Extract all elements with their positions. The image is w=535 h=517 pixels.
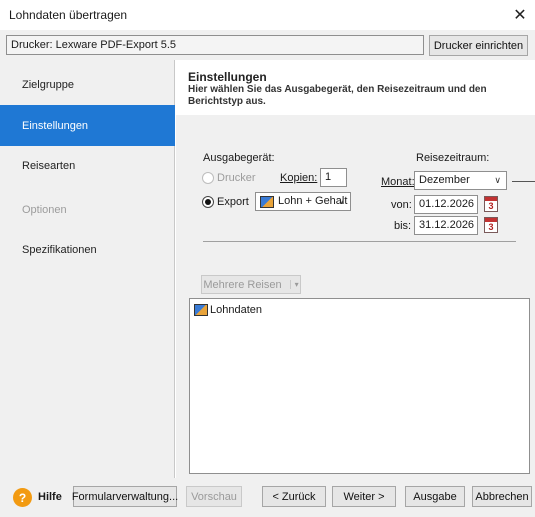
chevron-down-icon: ∨ [494,175,501,185]
printer-bar: Drucker: Lexware PDF-Export 5.5 Drucker … [0,30,535,60]
page-description: Hier wählen Sie das Ausgabegerät, den Re… [188,84,487,107]
printer-setup-button[interactable]: Drucker einrichten [429,35,528,56]
month-select[interactable]: Dezember ∨ [414,171,507,190]
lohn-gehalt-icon [260,196,274,208]
from-date-input[interactable]: 01.12.2026 [414,195,478,214]
list-item[interactable]: Lohndaten [194,304,262,316]
lohndaten-list[interactable]: Lohndaten [189,298,530,474]
sidebar-item-zielgruppe[interactable]: Zielgruppe [0,65,175,105]
export-format-select[interactable]: Lohn + Gehalt ∨ [255,192,351,211]
export-radio[interactable] [202,196,214,208]
to-label: bis: [394,220,412,232]
window-title: Lohndaten übertragen [9,8,128,22]
printer-radio [202,172,214,184]
month-value: Dezember [419,174,470,186]
main-panel: Einstellungen Hier wählen Sie das Ausgab… [176,60,535,478]
copies-label: Kopien: [280,172,318,184]
sidebar-item-optionen: Optionen [22,204,67,216]
lohndaten-icon [194,304,208,316]
page-title: Einstellungen [188,70,267,84]
help-link[interactable]: Hilfe [38,491,62,503]
section-divider [203,241,516,242]
connector-line [512,181,535,182]
from-label: von: [391,199,412,211]
title-bar: Lohndaten übertragen ✕ [0,0,535,30]
output-section-label: Ausgabegerät: [203,152,275,164]
footer-bar: ? Hilfe Formularverwaltung... Vorschau <… [0,478,535,517]
calendar-icon[interactable]: 3 [484,217,498,233]
panel-header: Einstellungen Hier wählen Sie das Ausgab… [176,60,535,115]
preview-button: Vorschau [186,486,242,507]
printer-radio-label: Drucker [217,172,256,184]
export-radio-text: Export [217,196,249,208]
month-label: Monat: [381,176,415,188]
sidebar-item-einstellungen[interactable]: Einstellungen [0,105,175,146]
chevron-down-icon: ▾ [289,280,299,289]
copies-input[interactable]: 1 [320,168,347,187]
cancel-button[interactable]: Abbrechen [472,486,532,507]
export-format-value: Lohn + Gehalt [278,195,348,207]
close-icon[interactable]: ✕ [505,0,535,30]
next-button[interactable]: Weiter > [332,486,396,507]
help-icon[interactable]: ? [13,488,32,507]
back-button[interactable]: < Zurück [262,486,326,507]
printer-display: Drucker: Lexware PDF-Export 5.5 [6,35,424,55]
form-admin-button[interactable]: Formularverwaltung... [72,486,178,507]
to-date-input[interactable]: 31.12.2026 [414,216,478,235]
sidebar: Zielgruppe Einstellungen Reisearten Opti… [0,60,175,478]
period-section-label: Reisezeitraum: [416,152,490,164]
output-button[interactable]: Ausgabe [405,486,465,507]
chevron-down-icon: ∨ [338,196,345,206]
calendar-icon[interactable]: 3 [484,196,498,212]
multiple-trips-button: Mehrere Reisen ▾ [201,275,301,294]
sidebar-item-spezifikationen[interactable]: Spezifikationen [0,230,175,270]
sidebar-item-reisearten[interactable]: Reisearten [0,146,175,186]
